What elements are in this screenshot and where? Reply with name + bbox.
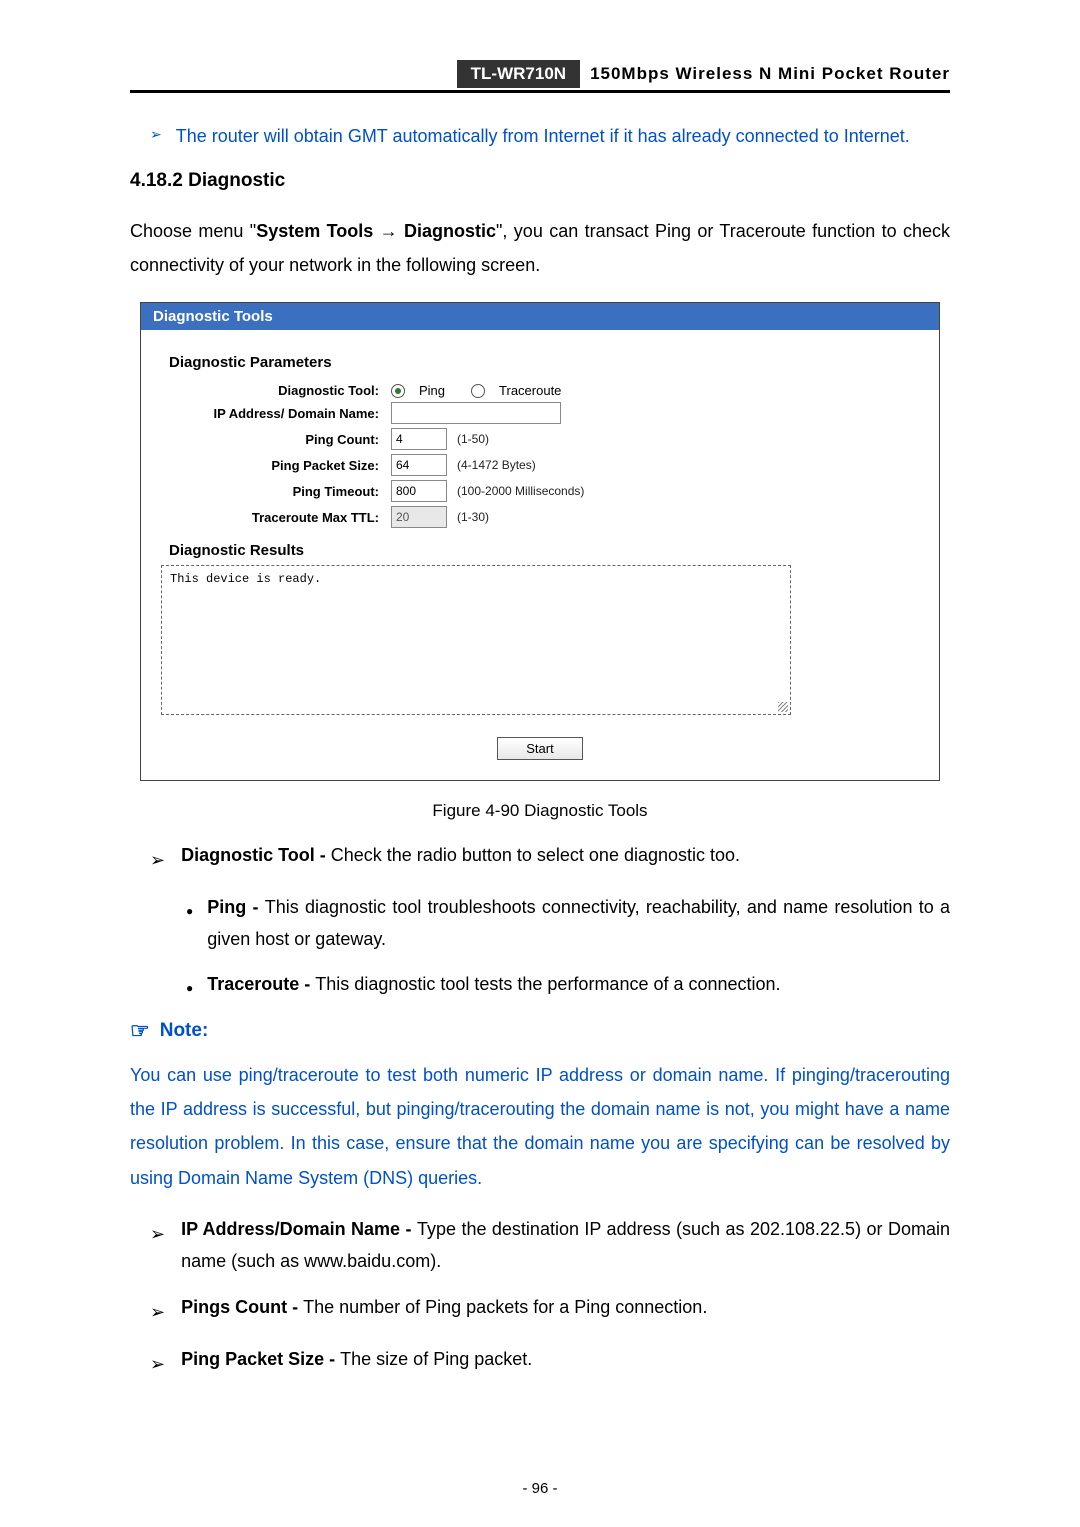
label-count: Ping Count: [159,432,391,447]
item-label: Traceroute - [207,974,315,994]
page-number: - 96 - [0,1480,1080,1497]
arrow-icon: ➢ [150,844,165,876]
item-label: IP Address/Domain Name - [181,1219,417,1239]
label-timeout: Ping Timeout: [159,484,391,499]
item-text: The size of Ping packet. [340,1349,532,1369]
menu-path-a: System Tools [256,221,373,241]
item-text: Check the radio button to select one dia… [331,845,740,865]
page-header: TL-WR710N 150Mbps Wireless N Mini Pocket… [130,60,950,93]
bullet-icon: ● [186,978,193,1000]
item-text: The number of Ping packets for a Ping co… [303,1297,707,1317]
arrow-icon: ➢ [150,1218,165,1250]
results-heading: Diagnostic Results [169,542,921,559]
item-text: This diagnostic tool tests the performan… [315,974,780,994]
item-label: Diagnostic Tool - [181,845,331,865]
item-pings-count: ➢ Pings Count - The number of Ping packe… [150,1291,950,1328]
resize-handle-icon[interactable] [778,702,788,712]
intro-prefix: Choose menu " [130,221,256,241]
hint-size: (4-1472 Bytes) [457,458,536,472]
results-text: This device is ready. [170,572,321,586]
params-heading: Diagnostic Parameters [169,354,921,371]
radio-traceroute-label: Traceroute [499,383,561,398]
doc-title: 150Mbps Wireless N Mini Pocket Router [590,60,950,88]
radio-traceroute[interactable] [471,384,485,398]
radio-ping-label: Ping [419,383,445,398]
ping-timeout-input[interactable] [391,480,447,502]
item-label: Ping - [207,897,265,917]
label-size: Ping Packet Size: [159,458,391,473]
arrow-icon: ➢ [150,1348,165,1380]
section-number: 4.18.2 [130,170,183,191]
label-tool: Diagnostic Tool: [159,383,391,398]
item-ping-packet-size: ➢ Ping Packet Size - The size of Ping pa… [150,1343,950,1380]
arrow-icon: ➢ [150,1296,165,1328]
label-ttl: Traceroute Max TTL: [159,510,391,525]
ping-count-input[interactable] [391,428,447,450]
hint-timeout: (100-2000 Milliseconds) [457,484,584,498]
note-heading: ☞ Note: [130,1018,950,1044]
note-body: You can use ping/traceroute to test both… [130,1058,950,1195]
item-ip: ➢ IP Address/Domain Name - Type the dest… [150,1213,950,1278]
bullet-icon: ● [186,901,193,923]
item-text: This diagnostic tool troubleshoots conne… [207,897,950,949]
subitem-ping: ● Ping - This diagnostic tool troublesho… [186,891,950,956]
note-label: Note: [160,1020,209,1042]
subitem-traceroute: ● Traceroute - This diagnostic tool test… [186,968,950,1000]
intro-paragraph: Choose menu "System Tools → Diagnostic",… [130,214,950,282]
diagnostic-screenshot: Diagnostic Tools Diagnostic Parameters D… [140,302,940,781]
section-title: Diagnostic [188,170,285,191]
section-heading: 4.18.2 Diagnostic [130,170,950,192]
start-button[interactable]: Start [497,737,582,760]
radio-ping[interactable] [391,384,405,398]
panel-title: Diagnostic Tools [141,303,939,330]
item-diag-tool: ➢ Diagnostic Tool - Check the radio butt… [150,839,950,876]
figure-caption: Figure 4-90 Diagnostic Tools [130,801,950,821]
hand-icon: ☞ [130,1018,150,1044]
top-info-bullet: ➢ The router will obtain GMT automatical… [150,123,950,150]
arrow-icon: ➢ [150,126,162,143]
menu-path-b: Diagnostic [404,221,496,241]
results-box: This device is ready. [161,565,791,715]
ping-size-input[interactable] [391,454,447,476]
model-badge: TL-WR710N [457,60,580,88]
item-label: Pings Count - [181,1297,303,1317]
arrow-icon: → [380,221,398,241]
label-ip: IP Address/ Domain Name: [159,406,391,421]
ip-input[interactable] [391,402,561,424]
item-label: Ping Packet Size - [181,1349,340,1369]
top-bullet-text: The router will obtain GMT automatically… [176,123,910,150]
ttl-input[interactable] [391,506,447,528]
hint-count: (1-50) [457,432,489,446]
hint-ttl: (1-30) [457,510,489,524]
